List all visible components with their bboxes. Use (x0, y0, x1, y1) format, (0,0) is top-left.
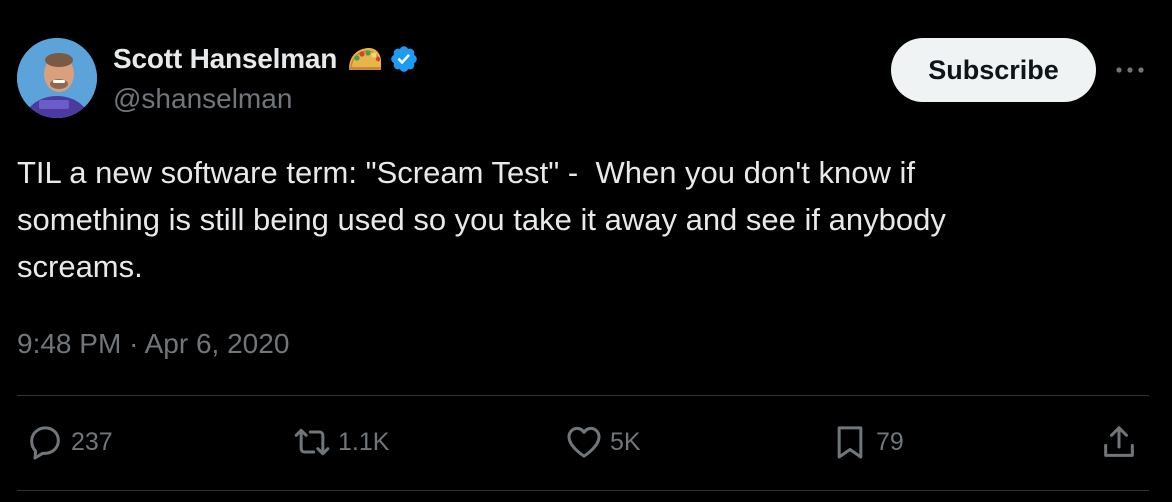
subscribe-button[interactable]: Subscribe (891, 38, 1096, 102)
more-icon[interactable] (1113, 60, 1147, 80)
bookmark-count: 79 (876, 427, 904, 456)
heart-icon (564, 422, 604, 462)
retweet-button[interactable]: 1.1K (292, 420, 389, 464)
reply-icon (25, 422, 65, 462)
divider (17, 395, 1149, 396)
retweet-count: 1.1K (338, 427, 390, 456)
taco-icon (347, 45, 383, 73)
tweet-timestamp[interactable]: 9:48 PM · Apr 6, 2020 (17, 324, 289, 364)
author-name-row: Scott Hanselman (113, 40, 419, 78)
reply-count: 237 (71, 427, 113, 456)
like-count: 5K (610, 427, 641, 456)
retweet-icon (292, 422, 332, 462)
bookmark-button[interactable]: 79 (830, 420, 904, 464)
author-display-name[interactable]: Scott Hanselman (113, 43, 337, 75)
share-button[interactable] (1099, 420, 1139, 464)
reply-button[interactable]: 237 (25, 420, 113, 464)
author-handle[interactable]: @shanselman (113, 80, 292, 118)
bookmark-icon (830, 422, 870, 462)
like-button[interactable]: 5K (564, 420, 641, 464)
avatar[interactable] (17, 38, 97, 118)
verified-icon[interactable] (389, 44, 419, 74)
tweet-text: TIL a new software term: "Scream Test" -… (17, 155, 946, 284)
divider (17, 490, 1149, 491)
share-icon (1099, 422, 1139, 462)
